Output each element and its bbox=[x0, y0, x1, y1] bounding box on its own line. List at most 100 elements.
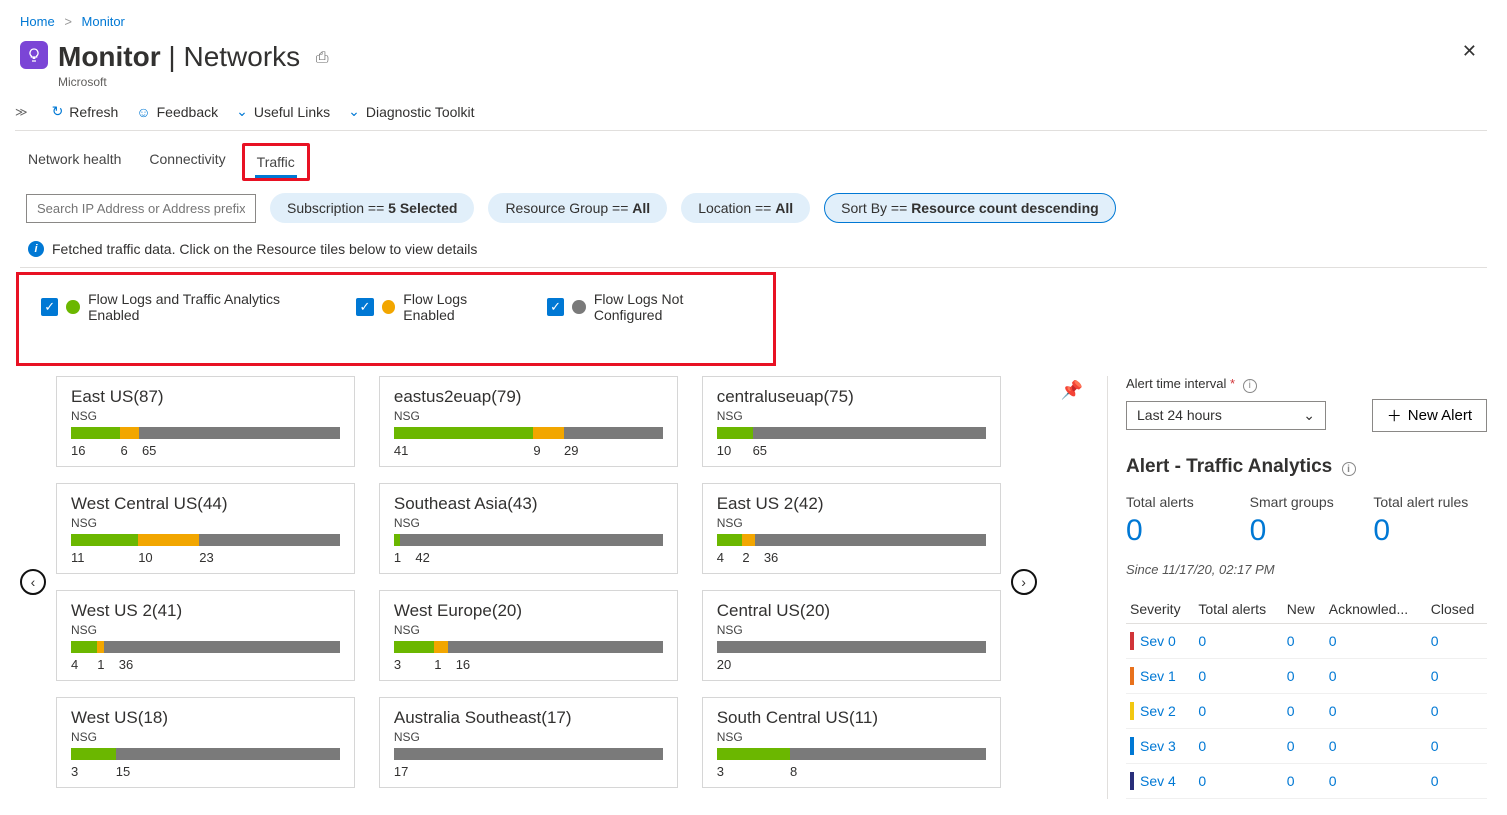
region-tiles-grid: East US(87) NSG 16665 eastus2euap(79) NS… bbox=[56, 376, 1001, 788]
refresh-icon: ↻ bbox=[52, 103, 64, 120]
feedback-icon: ☺ bbox=[136, 104, 150, 120]
carousel-next-button[interactable]: › bbox=[1011, 569, 1037, 595]
checkbox-checked-icon[interactable]: ✓ bbox=[547, 298, 564, 316]
severity-bar-icon bbox=[1130, 772, 1134, 790]
severity-row[interactable]: Sev 0 0000 bbox=[1126, 623, 1487, 658]
region-tile[interactable]: West US 2(41) NSG 4136 bbox=[56, 590, 355, 681]
diagnostic-toolkit-button[interactable]: ⌄ Diagnostic Toolkit bbox=[348, 103, 474, 120]
tile-subtitle: NSG bbox=[717, 730, 986, 744]
tile-values: 3116 bbox=[394, 657, 663, 672]
tile-values: 142 bbox=[394, 550, 663, 565]
tile-title: West Europe(20) bbox=[394, 601, 663, 621]
region-tile[interactable]: East US(87) NSG 16665 bbox=[56, 376, 355, 467]
tile-title: East US(87) bbox=[71, 387, 340, 407]
tile-subtitle: NSG bbox=[717, 516, 986, 530]
legend-not-configured[interactable]: ✓ Flow Logs Not Configured bbox=[547, 291, 751, 323]
tile-title: West Central US(44) bbox=[71, 494, 340, 514]
filter-subscription[interactable]: Subscription == 5 Selected bbox=[270, 193, 474, 223]
tile-values: 315 bbox=[71, 764, 340, 779]
breadcrumb-home[interactable]: Home bbox=[20, 14, 55, 29]
tile-title: West US(18) bbox=[71, 708, 340, 728]
tile-title: Australia Southeast(17) bbox=[394, 708, 663, 728]
region-tile[interactable]: centraluseuap(75) NSG 1065 bbox=[702, 376, 1001, 467]
pin-blade-icon[interactable]: ⎙ bbox=[316, 50, 329, 67]
metric-smart-groups[interactable]: Smart groups 0 bbox=[1250, 494, 1364, 548]
checkbox-checked-icon[interactable]: ✓ bbox=[41, 298, 58, 316]
tile-bar bbox=[717, 748, 986, 760]
region-tile[interactable]: South Central US(11) NSG 38 bbox=[702, 697, 1001, 788]
tile-bar bbox=[394, 427, 663, 439]
tile-subtitle: NSG bbox=[394, 516, 663, 530]
status-dot-green bbox=[66, 300, 80, 314]
region-tile[interactable]: Central US(20) NSG 20 bbox=[702, 590, 1001, 681]
col-new: New bbox=[1283, 595, 1325, 624]
breadcrumb-monitor[interactable]: Monitor bbox=[82, 14, 125, 29]
tile-title: Central US(20) bbox=[717, 601, 986, 621]
col-closed: Closed bbox=[1427, 595, 1487, 624]
severity-row[interactable]: Sev 4 0000 bbox=[1126, 763, 1487, 798]
useful-links-button[interactable]: ⌄ Useful Links bbox=[236, 103, 330, 120]
legend-flow-enabled[interactable]: ✓ Flow Logs Enabled bbox=[356, 291, 519, 323]
severity-row[interactable]: Sev 3 0000 bbox=[1126, 728, 1487, 763]
col-severity: Severity bbox=[1126, 595, 1194, 624]
refresh-button[interactable]: ↻ Refresh bbox=[52, 103, 119, 120]
legend-enabled-both[interactable]: ✓ Flow Logs and Traffic Analytics Enable… bbox=[41, 291, 328, 323]
command-bar: ≫ ↻ Refresh ☺ Feedback ⌄ Useful Links ⌄ … bbox=[15, 89, 1487, 131]
alerts-panel-title: Alert - Traffic Analytics i bbox=[1126, 456, 1487, 478]
region-tile[interactable]: Australia Southeast(17) NSG 17 bbox=[379, 697, 678, 788]
region-tile[interactable]: Southeast Asia(43) NSG 142 bbox=[379, 483, 678, 574]
filter-sort-by[interactable]: Sort By == Resource count descending bbox=[824, 193, 1116, 223]
status-dot-gray bbox=[572, 300, 586, 314]
page-title: Monitor | Networks ⎙ bbox=[58, 41, 329, 73]
tile-title: Southeast Asia(43) bbox=[394, 494, 663, 514]
tile-values: 17 bbox=[394, 764, 663, 779]
metric-total-alerts[interactable]: Total alerts 0 bbox=[1126, 494, 1240, 548]
alert-interval-select[interactable]: Last 24 hours ⌄ bbox=[1126, 401, 1326, 430]
pin-icon[interactable]: 📌 bbox=[1057, 376, 1087, 405]
alert-interval-label: Alert time interval * i bbox=[1126, 376, 1487, 393]
feedback-button[interactable]: ☺ Feedback bbox=[136, 104, 218, 120]
region-tile[interactable]: eastus2euap(79) NSG 41929 bbox=[379, 376, 678, 467]
tile-subtitle: NSG bbox=[71, 623, 340, 637]
tile-title: South Central US(11) bbox=[717, 708, 986, 728]
breadcrumbs: Home > Monitor bbox=[20, 10, 1487, 35]
tile-bar bbox=[717, 427, 986, 439]
tile-bar bbox=[71, 748, 340, 760]
info-banner: i Fetched traffic data. Click on the Res… bbox=[20, 229, 1487, 261]
tab-traffic[interactable]: Traffic bbox=[255, 146, 297, 178]
region-tile[interactable]: West US(18) NSG 315 bbox=[56, 697, 355, 788]
tile-title: centraluseuap(75) bbox=[717, 387, 986, 407]
legend: ✓ Flow Logs and Traffic Analytics Enable… bbox=[16, 272, 776, 366]
metric-total-rules[interactable]: Total alert rules 0 bbox=[1373, 494, 1487, 548]
close-button[interactable]: ✕ bbox=[1452, 35, 1487, 68]
filter-resource-group[interactable]: Resource Group == All bbox=[488, 193, 667, 223]
tile-values: 4136 bbox=[71, 657, 340, 672]
tile-subtitle: NSG bbox=[71, 730, 340, 744]
status-dot-orange bbox=[382, 300, 396, 314]
severity-bar-icon bbox=[1130, 702, 1134, 720]
filter-location[interactable]: Location == All bbox=[681, 193, 810, 223]
severity-row[interactable]: Sev 1 0000 bbox=[1126, 658, 1487, 693]
severity-row[interactable]: Sev 2 0000 bbox=[1126, 693, 1487, 728]
tile-subtitle: NSG bbox=[394, 623, 663, 637]
tile-bar bbox=[394, 534, 663, 546]
tile-title: West US 2(41) bbox=[71, 601, 340, 621]
info-icon[interactable]: i bbox=[1342, 462, 1356, 476]
new-alert-button[interactable]: ＋ New Alert bbox=[1372, 399, 1487, 432]
tab-network-health[interactable]: Network health bbox=[26, 143, 123, 181]
severity-bar-icon bbox=[1130, 737, 1134, 755]
tile-bar bbox=[71, 534, 340, 546]
tile-subtitle: NSG bbox=[71, 516, 340, 530]
region-tile[interactable]: East US 2(42) NSG 4236 bbox=[702, 483, 1001, 574]
carousel-prev-button[interactable]: ‹ bbox=[20, 569, 46, 595]
severity-bar-icon bbox=[1130, 632, 1134, 650]
tab-connectivity[interactable]: Connectivity bbox=[147, 143, 227, 181]
expand-menu-icon[interactable]: ≫ bbox=[15, 105, 34, 119]
checkbox-checked-icon[interactable]: ✓ bbox=[356, 298, 373, 316]
page-subtitle: Microsoft bbox=[58, 75, 329, 89]
tile-subtitle: NSG bbox=[717, 409, 986, 423]
region-tile[interactable]: West Central US(44) NSG 111023 bbox=[56, 483, 355, 574]
region-tile[interactable]: West Europe(20) NSG 3116 bbox=[379, 590, 678, 681]
info-icon[interactable]: i bbox=[1243, 379, 1257, 393]
search-input[interactable] bbox=[26, 194, 256, 223]
